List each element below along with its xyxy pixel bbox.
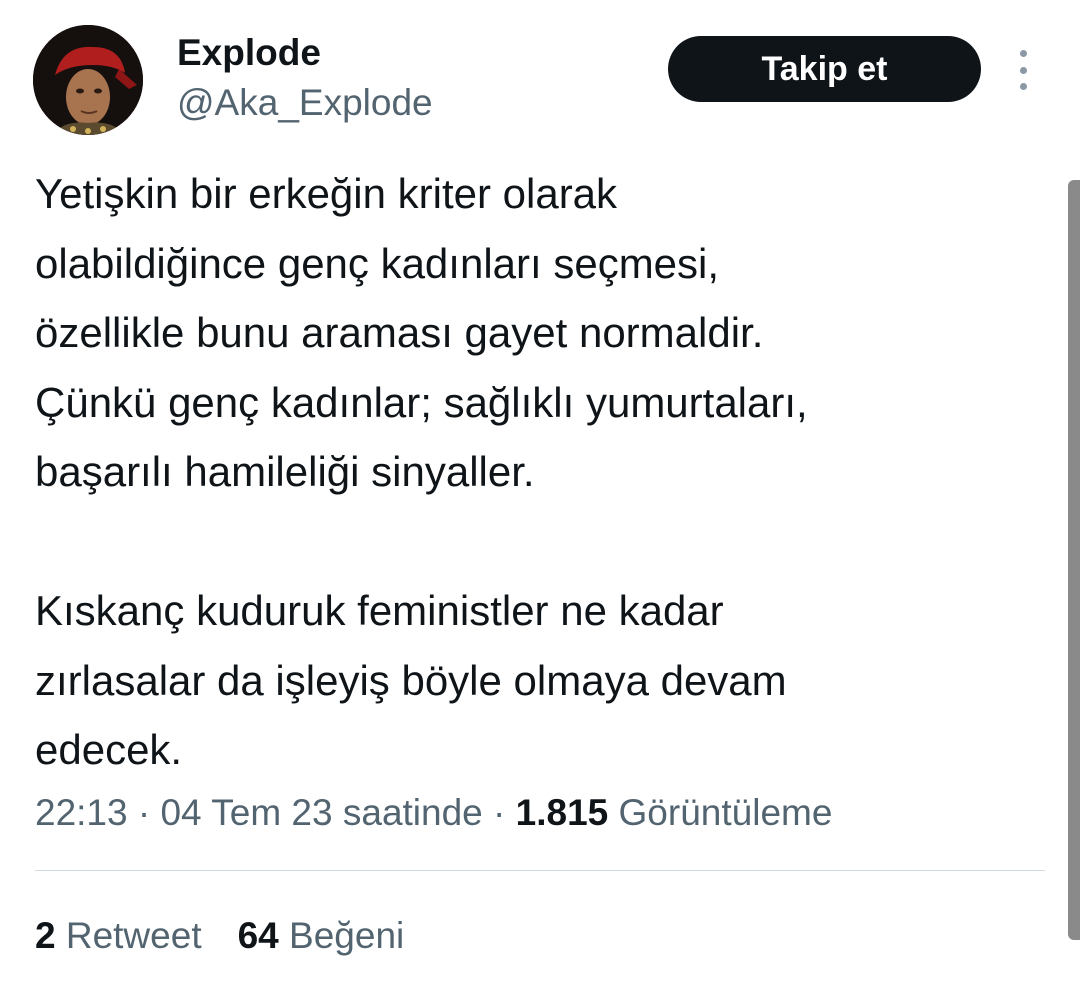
- tweet-line: başarılı hamileliği sinyaller.: [35, 448, 535, 495]
- scrollbar[interactable]: [1068, 180, 1080, 940]
- likes-label: Beğeni: [289, 915, 405, 956]
- tweet-paragraph: Yetişkin bir erkeğin kriter olarak olabi…: [35, 159, 1045, 507]
- tweet-stats: 2 Retweet 64 Beğeni: [35, 913, 404, 959]
- tweet-line: Çünkü genç kadınlar; sağlıklı yumurtalar…: [35, 378, 808, 426]
- tweet-text: Yetişkin bir erkeğin kriter olarak olabi…: [35, 159, 1045, 785]
- more-dot: [1019, 50, 1027, 57]
- tweet-meta: 22:13 · 04 Tem 23 saatinde · 1.815 Görün…: [35, 790, 832, 836]
- follow-button[interactable]: Takip et: [668, 36, 981, 102]
- avatar[interactable]: [33, 25, 143, 135]
- tweet-date[interactable]: 04 Tem 23 saatinde: [160, 792, 482, 833]
- tweet-line: özellikle bunu araması gayet normaldir.: [35, 309, 764, 356]
- tweet-paragraph: Kıskanç kuduruk feministler ne kadar zır…: [35, 576, 1045, 785]
- more-vertical-icon[interactable]: [1008, 50, 1038, 90]
- likes-count: 64: [237, 915, 279, 956]
- retweets-stat[interactable]: 2 Retweet: [35, 913, 202, 959]
- meta-separator: ·: [493, 792, 506, 833]
- likes-stat[interactable]: 64 Beğeni: [238, 913, 405, 959]
- profile-avatar-image: [33, 25, 143, 135]
- display-name[interactable]: Explode: [177, 30, 321, 76]
- retweets-label: Retweet: [65, 915, 202, 956]
- views-label: Görüntüleme: [618, 792, 833, 833]
- more-dot: [1019, 83, 1027, 90]
- tweet-line: Yetişkin bir erkeğin kriter olarak: [35, 170, 618, 217]
- retweets-count: 2: [35, 915, 56, 956]
- divider: [35, 870, 1045, 871]
- tweet-line: zırlasalar da işleyiş böyle olmaya devam: [35, 656, 787, 704]
- user-handle[interactable]: @Aka_Explode: [177, 80, 433, 126]
- tweet-line: Kıskanç kuduruk feministler ne kadar: [35, 587, 724, 634]
- meta-separator: ·: [137, 792, 151, 833]
- views-count: 1.815: [515, 792, 609, 833]
- tweet-line: olabildiğince genç kadınları seçmesi,: [35, 239, 720, 287]
- tweet-line: edecek.: [35, 726, 183, 773]
- tweet-time[interactable]: 22:13: [35, 792, 128, 833]
- more-dot: [1019, 66, 1027, 74]
